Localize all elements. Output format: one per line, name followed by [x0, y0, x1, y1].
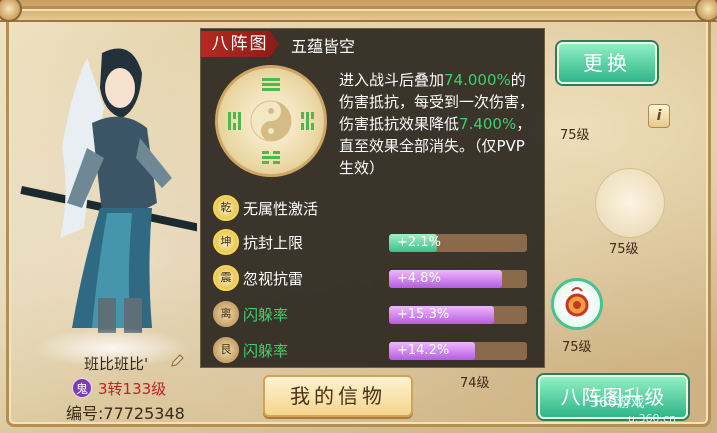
slot-level-label: 75级	[609, 242, 639, 257]
charm-icon	[565, 287, 589, 317]
stat-row: 震 忽视抗雷 +4.8%	[211, 265, 536, 291]
stat-value: +4.8%	[397, 271, 441, 286]
bagua-slot[interactable]	[595, 168, 665, 238]
trigram-badge: 离	[213, 301, 239, 327]
change-button[interactable]: 更换	[557, 42, 657, 84]
charm-slot[interactable]	[551, 278, 603, 330]
slot-level-label: 75级	[562, 340, 592, 355]
desc-highlight: 7.400%	[459, 115, 517, 133]
slot-level-label: 74级	[460, 376, 490, 391]
desc-highlight: 74.000%	[444, 71, 511, 89]
character-id: 编号:77725348	[66, 404, 185, 423]
info-icon[interactable]: i	[648, 104, 670, 128]
stat-bar: +2.1%	[389, 234, 527, 252]
race-badge: 鬼	[72, 378, 92, 398]
stat-label: 闪躲率	[243, 306, 289, 324]
bagua-icon	[215, 65, 327, 177]
trigram-badge: 艮	[213, 337, 239, 363]
trigram-badge: 乾	[213, 195, 239, 221]
character-name: 班比班比'	[84, 355, 149, 373]
my-token-button[interactable]: 我的信物	[263, 375, 413, 417]
stat-bar: +15.3%	[389, 306, 527, 324]
character-figure	[20, 48, 208, 333]
tooltip-subtitle: 五蕴皆空	[291, 37, 356, 56]
character-level: 3转133级	[98, 380, 167, 398]
stat-row: 乾 无属性激活	[211, 195, 536, 221]
stat-row: 坤 抗封上限 +2.1%	[211, 229, 536, 255]
stat-row: 艮 闪躲率 +14.2%	[211, 337, 536, 363]
tooltip-description: 进入战斗后叠加74.000%的伤害抵抗，每受到一次伤害，伤害抵抗效果降低7.40…	[339, 69, 539, 179]
tooltip-tag: 八阵图	[201, 31, 279, 57]
watermark-url: u.360.cn	[628, 412, 676, 425]
edit-name-icon[interactable]	[170, 354, 184, 368]
slot-level-label: 75级	[560, 128, 590, 143]
stat-value: +15.3%	[397, 307, 450, 322]
stat-label: 无属性激活	[243, 200, 319, 218]
taiji-icon	[228, 78, 314, 164]
formation-tooltip: 八阵图 五蕴皆空 进入战斗后叠加74.000%的伤害抵抗，每受到一次伤害，伤害抵…	[200, 28, 545, 368]
stat-bar: +14.2%	[389, 342, 527, 360]
stat-bar: +4.8%	[389, 270, 527, 288]
stat-label: 抗封上限	[243, 234, 304, 252]
trigram-badge: 震	[213, 265, 239, 291]
stat-label: 忽视抗雷	[243, 270, 304, 288]
trigram-badge: 坤	[213, 229, 239, 255]
watermark-brand: 360游戏	[590, 395, 645, 411]
stat-value: +14.2%	[397, 343, 450, 358]
desc-text: 进入战斗后叠加	[339, 71, 445, 89]
stat-row: 离 闪躲率 +15.3%	[211, 301, 536, 327]
character-portrait	[12, 28, 208, 368]
stat-label: 闪躲率	[243, 342, 289, 360]
stat-value: +2.1%	[397, 235, 441, 250]
